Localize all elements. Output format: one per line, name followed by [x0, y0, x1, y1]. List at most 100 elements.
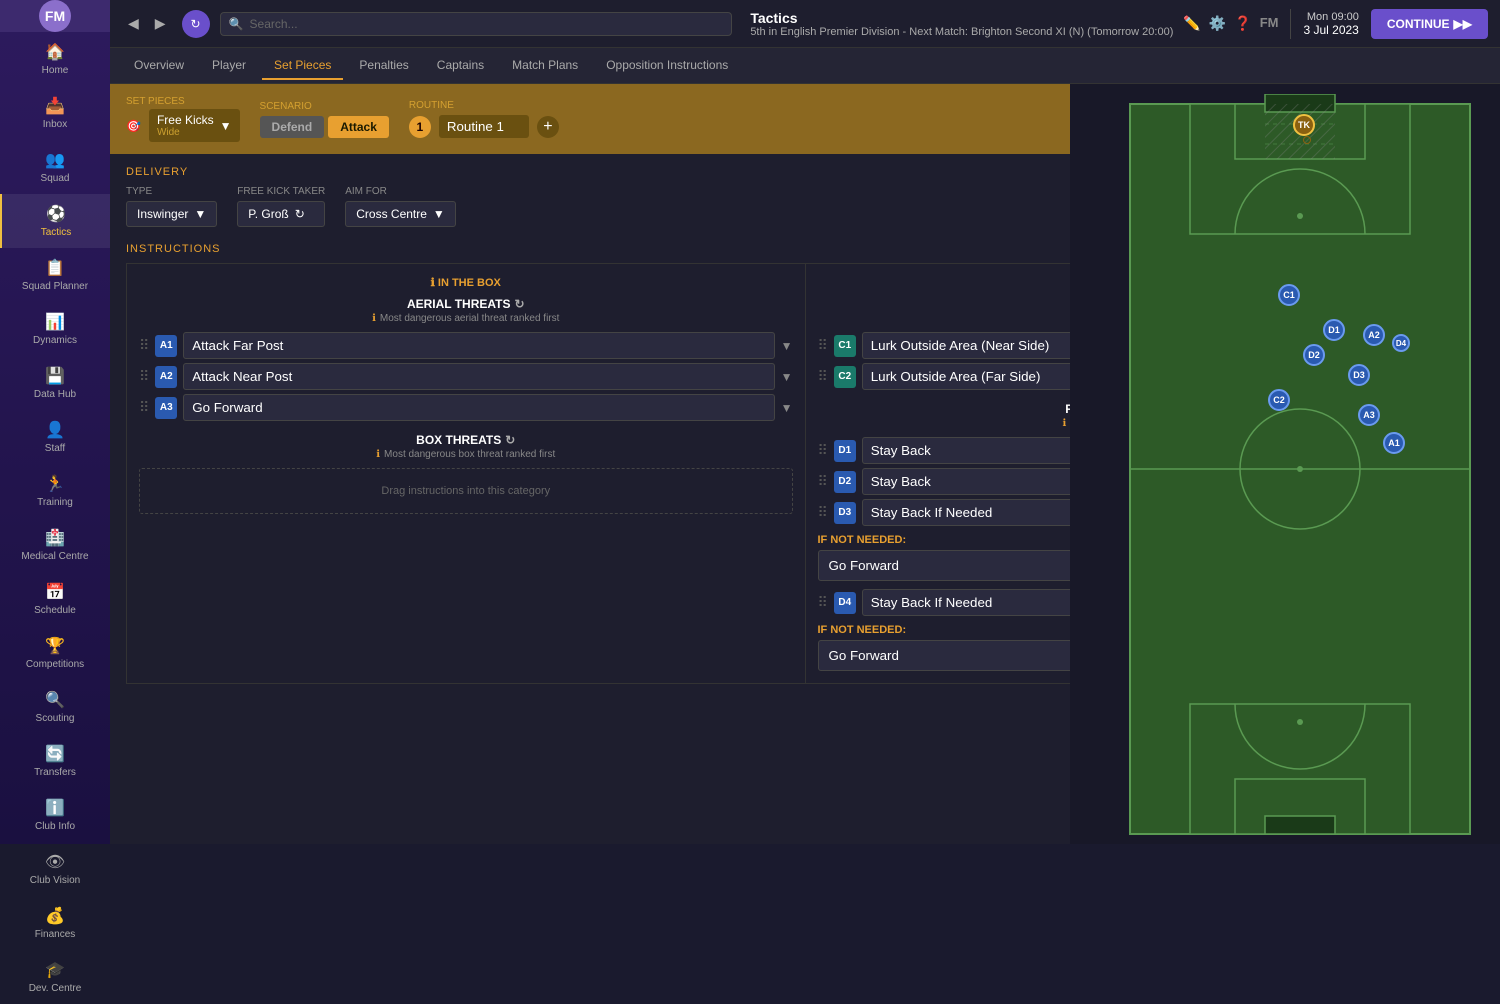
type-field: TYPE Inswinger ▼	[126, 186, 217, 227]
type-label: TYPE	[126, 186, 217, 197]
player-token-a1[interactable]: A1	[1383, 432, 1405, 454]
set-pieces-type-section: SET PIECES 🎯 Free Kicks Wide ▼	[126, 96, 240, 142]
tab-player[interactable]: Player	[200, 52, 258, 80]
sidebar-item-data-hub[interactable]: 💾 Data Hub	[0, 356, 110, 410]
sidebar-item-staff[interactable]: 👤 Staff	[0, 410, 110, 464]
sidebar-item-squad[interactable]: 👥 Squad	[0, 140, 110, 194]
dev-centre-icon: 🎓	[45, 960, 65, 980]
info-icon-in-box: ℹ	[431, 277, 435, 289]
taker-value: P. Groß	[248, 207, 288, 221]
player-token-d3[interactable]: D3	[1348, 364, 1370, 386]
continue-button[interactable]: CONTINUE ▶▶	[1371, 9, 1488, 39]
player-token-c2[interactable]: C2	[1268, 389, 1290, 411]
sidebar-item-medical[interactable]: 🏥 Medical Centre	[0, 518, 110, 572]
reload-button[interactable]: ↻	[182, 10, 210, 38]
squad-planner-icon: 📋	[45, 258, 65, 278]
continue-arrow-icon: ▶▶	[1454, 17, 1472, 31]
player-token-a2[interactable]: A2	[1363, 324, 1385, 346]
sidebar-item-dev-centre[interactable]: 🎓 Dev. Centre	[0, 950, 110, 1004]
aim-label: AIM FOR	[345, 186, 456, 197]
help-icon[interactable]: ⚙️	[1209, 15, 1226, 32]
sidebar-item-dynamics[interactable]: 📊 Dynamics	[0, 302, 110, 356]
routine-number: 1	[409, 116, 431, 138]
free-kicks-dropdown[interactable]: Free Kicks Wide ▼	[149, 109, 240, 142]
tab-captains[interactable]: Captains	[425, 52, 496, 80]
player-token-d4[interactable]: D4	[1392, 334, 1410, 352]
back-button[interactable]: ◀	[122, 11, 145, 36]
free-kicks-icon: 🎯	[126, 119, 141, 133]
sidebar-item-scouting[interactable]: 🔍 Scouting	[0, 680, 110, 734]
topbar: ◀ ▶ ↻ 🔍 Search... Tactics 5th in English…	[110, 0, 1500, 48]
arrow-icon-a1: ▼	[781, 339, 793, 353]
datetime-display: Mon 09:00 3 Jul 2023	[1303, 11, 1358, 37]
aim-dropdown[interactable]: Cross Centre ▼	[345, 201, 456, 227]
hint-icon: ℹ	[372, 313, 376, 324]
aerial-select-a3[interactable]: Go Forward	[183, 394, 774, 421]
type-value: Inswinger	[137, 207, 188, 221]
sidebar-item-squad-planner[interactable]: 📋 Squad Planner	[0, 248, 110, 302]
sidebar-item-club-info[interactable]: ℹ️ Club Info	[0, 788, 110, 842]
aerial-select-a1[interactable]: Attack Far Post	[183, 332, 774, 359]
player-token-tk[interactable]: TK	[1293, 114, 1315, 136]
drag-handle-d1[interactable]: ⠿	[818, 442, 828, 459]
scenario-label: SCENARIO	[260, 101, 389, 112]
player-token-d1[interactable]: D1	[1323, 319, 1345, 341]
aerial-select-a2[interactable]: Attack Near Post	[183, 363, 774, 390]
drag-handle-c1[interactable]: ⠿	[818, 337, 828, 354]
tab-set-pieces[interactable]: Set Pieces	[262, 52, 343, 80]
sidebar-item-schedule[interactable]: 📅 Schedule	[0, 572, 110, 626]
drag-handle-d2[interactable]: ⠿	[818, 473, 828, 490]
drag-handle-a1[interactable]: ⠿	[139, 337, 149, 354]
sidebar-item-transfers[interactable]: 🔄 Transfers	[0, 734, 110, 788]
sidebar-item-tactics[interactable]: ⚽ Tactics	[0, 194, 110, 248]
tab-match-plans[interactable]: Match Plans	[500, 52, 590, 80]
topbar-right: ✏️ ⚙️ ❓ FM Mon 09:00 3 Jul 2023 CONTINUE…	[1183, 9, 1488, 39]
info-icon[interactable]: ❓	[1234, 15, 1251, 32]
sidebar-item-label: Competitions	[26, 659, 84, 670]
edit-icon[interactable]: ✏️	[1183, 15, 1200, 32]
date-display: 3 Jul 2023	[1303, 23, 1358, 37]
nav-tabs: Overview Player Set Pieces Penalties Cap…	[110, 48, 1500, 84]
aerial-threats-title: AERIAL THREATS ↻	[139, 297, 793, 311]
attack-button[interactable]: Attack	[328, 116, 389, 138]
club-info-icon: ℹ️	[45, 798, 65, 818]
routine-controls: 1 Routine 1 +	[409, 115, 559, 138]
sidebar-item-label: Finances	[35, 929, 76, 940]
sidebar-item-club-vision[interactable]: 👁 Club Vision	[0, 842, 110, 896]
player-token-d2[interactable]: D2	[1303, 344, 1325, 366]
tab-opposition[interactable]: Opposition Instructions	[594, 52, 740, 80]
sidebar-item-label: Data Hub	[34, 389, 76, 400]
add-routine-button[interactable]: +	[537, 116, 559, 138]
box-threats-container: BOX THREATS ↻ ℹ Most dangerous box threa…	[139, 433, 793, 514]
defend-button[interactable]: Defend	[260, 116, 325, 138]
tab-overview[interactable]: Overview	[122, 52, 196, 80]
sidebar-item-label: Inbox	[43, 119, 67, 130]
sidebar-item-inbox[interactable]: 📥 Inbox	[0, 86, 110, 140]
drag-handle-c2[interactable]: ⠿	[818, 368, 828, 385]
divider	[1290, 9, 1291, 39]
sidebar-item-finances[interactable]: 💰 Finances	[0, 896, 110, 950]
player-token-c1[interactable]: C1	[1278, 284, 1300, 306]
arrow-icon-a2: ▼	[781, 370, 793, 384]
tab-penalties[interactable]: Penalties	[347, 52, 420, 80]
player-token-a3[interactable]: A3	[1358, 404, 1380, 426]
drag-handle-d4[interactable]: ⠿	[818, 594, 828, 611]
player-label-d1: D1	[1328, 325, 1340, 335]
sidebar-item-training[interactable]: 🏃 Training	[0, 464, 110, 518]
type-dropdown[interactable]: Inswinger ▼	[126, 201, 217, 227]
drag-drop-zone[interactable]: Drag instructions into this category	[139, 468, 793, 514]
taker-dropdown[interactable]: P. Groß ↻	[237, 201, 325, 227]
drag-handle-a2[interactable]: ⠿	[139, 368, 149, 385]
sidebar-item-label: Medical Centre	[21, 551, 88, 562]
sidebar-item-competitions[interactable]: 🏆 Competitions	[0, 626, 110, 680]
forward-button[interactable]: ▶	[149, 11, 172, 36]
routine-dropdown[interactable]: Routine 1	[439, 115, 529, 138]
search-bar[interactable]: 🔍 Search...	[220, 12, 733, 36]
drag-handle-d3[interactable]: ⠿	[818, 504, 828, 521]
drag-handle-a3[interactable]: ⠿	[139, 399, 149, 416]
sidebar-item-home[interactable]: 🏠 Home	[0, 32, 110, 86]
transfers-icon: 🔄	[45, 744, 65, 764]
search-placeholder: Search...	[250, 17, 298, 31]
club-logo: FM	[39, 0, 71, 32]
recovery-hint-icon: ℹ	[1063, 418, 1067, 429]
